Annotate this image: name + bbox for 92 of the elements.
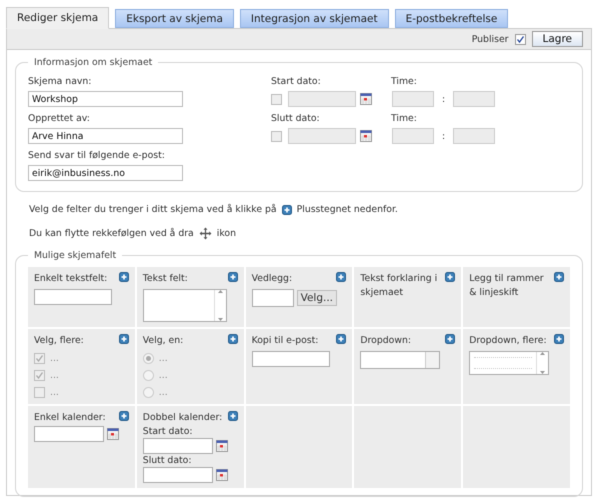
add-icon[interactable]: [118, 272, 129, 282]
move-icon: [198, 227, 212, 240]
group-title: Mulige skjemafelt: [33, 250, 118, 261]
field-label: Legg til rammer & linjeskift: [469, 272, 545, 300]
file-field[interactable]: [252, 289, 294, 307]
add-icon[interactable]: [336, 334, 346, 344]
scroll-down-icon[interactable]: [218, 318, 223, 321]
add-icon[interactable]: [228, 272, 238, 282]
field-label: Kopi til e-post:: [252, 334, 320, 348]
field-label: Tekst felt:: [142, 272, 189, 286]
checkbox[interactable]: [34, 386, 45, 398]
option-label: ...: [50, 370, 59, 380]
calendar-icon[interactable]: [360, 93, 372, 105]
input-field[interactable]: [252, 351, 330, 367]
tab[interactable]: Eksport av skjema: [115, 9, 234, 28]
add-icon[interactable]: [228, 411, 238, 421]
minute-field[interactable]: [453, 91, 496, 107]
input-field[interactable]: eirik@inbusiness.no: [28, 165, 183, 181]
date-field[interactable]: [288, 91, 356, 107]
field-label: Vedlegg:: [252, 272, 294, 286]
field-label: Velg, en:: [142, 334, 184, 348]
field-label: Velg, flere:: [34, 334, 85, 348]
field-label: Dobbel kalender:: [142, 411, 224, 425]
calendar-icon[interactable]: [107, 428, 119, 440]
browse-button[interactable]: Velg...: [296, 290, 338, 306]
dropdown[interactable]: [360, 351, 440, 369]
scroll-up-icon[interactable]: [540, 352, 546, 355]
instruction-text: Plusstegnet nedenfor.: [296, 204, 398, 215]
radio-button[interactable]: [142, 370, 154, 380]
field-label: Skjema navn:: [28, 76, 92, 87]
scroll-up-icon[interactable]: [218, 290, 223, 293]
calendar-icon[interactable]: [216, 440, 228, 452]
add-icon[interactable]: [445, 334, 456, 344]
tab[interactable]: E-postbekreftelse: [394, 9, 508, 28]
tab[interactable]: Rediger skjema: [6, 7, 110, 29]
option-label: ...: [50, 352, 59, 364]
field-label: Time:: [391, 76, 417, 87]
instruction-text: Velg de felter du trenger i ditt skjema ved å klikke på: [29, 204, 277, 215]
option-label: ...: [158, 370, 168, 380]
field-label: Opprettet av:: [28, 113, 91, 124]
checkbox[interactable]: [34, 370, 45, 380]
add-icon[interactable]: [445, 272, 456, 282]
add-icon[interactable]: [118, 411, 129, 421]
minute-field[interactable]: [453, 128, 496, 144]
add-icon[interactable]: [336, 272, 346, 282]
field-label: Start dato:: [271, 76, 322, 87]
field-label: Tekst forklaring i skjemaet: [360, 272, 438, 300]
checkbox[interactable]: [34, 352, 45, 364]
field-label: Time:: [391, 113, 417, 124]
field-label: Enkelt tekstfelt:: [34, 272, 108, 286]
option-label: ...: [50, 386, 59, 398]
plus-icon[interactable]: [282, 204, 292, 214]
publish-label: Publiser: [472, 34, 508, 44]
calendar-icon[interactable]: [360, 130, 372, 142]
time-separator: :: [442, 130, 446, 142]
instruction-text: ikon: [216, 228, 236, 239]
tab[interactable]: Integrasjon av skjemaet: [240, 9, 389, 28]
field-label: Enkel kalender:: [34, 411, 107, 425]
add-icon[interactable]: [118, 334, 129, 344]
date-field[interactable]: [34, 426, 104, 442]
add-icon[interactable]: [554, 334, 564, 344]
scroll-down-icon[interactable]: [540, 371, 546, 374]
input-field[interactable]: Arve Hinna: [28, 128, 183, 144]
field-label: Dropdown:: [360, 334, 412, 348]
add-icon[interactable]: [228, 334, 238, 344]
hour-field[interactable]: [392, 128, 434, 144]
date-field[interactable]: [288, 128, 356, 144]
add-icon[interactable]: [554, 272, 564, 282]
checkbox[interactable]: [271, 130, 282, 142]
option-label: ...: [158, 352, 168, 364]
checkbox[interactable]: [514, 34, 526, 44]
field-label: Start dato:: [142, 426, 194, 437]
option-label: ...: [158, 386, 168, 398]
field-label: Slutt dato:: [271, 113, 321, 124]
radio-button[interactable]: [142, 386, 154, 398]
text-area[interactable]: [142, 289, 227, 322]
multi-select-list[interactable]: [469, 351, 550, 375]
instruction-text: Du kan flytte rekkefølgen ved å dra: [29, 228, 194, 239]
radio-button[interactable]: [142, 352, 154, 364]
hour-field[interactable]: [392, 91, 434, 107]
input-field[interactable]: Workshop: [28, 91, 183, 107]
input-field[interactable]: [34, 289, 112, 305]
field-label: Slutt dato:: [142, 455, 192, 466]
calendar-icon[interactable]: [216, 469, 228, 481]
field-label: Dropdown, flere:: [469, 334, 548, 348]
field-label: Send svar til følgende e-post:: [28, 150, 166, 161]
save-button[interactable]: Lagre: [532, 31, 583, 47]
time-separator: :: [442, 94, 446, 104]
date-field[interactable]: [142, 467, 213, 483]
group-title: Informasjon om skjemaet: [33, 57, 154, 68]
date-field[interactable]: [142, 438, 213, 454]
checkbox[interactable]: [271, 94, 282, 104]
